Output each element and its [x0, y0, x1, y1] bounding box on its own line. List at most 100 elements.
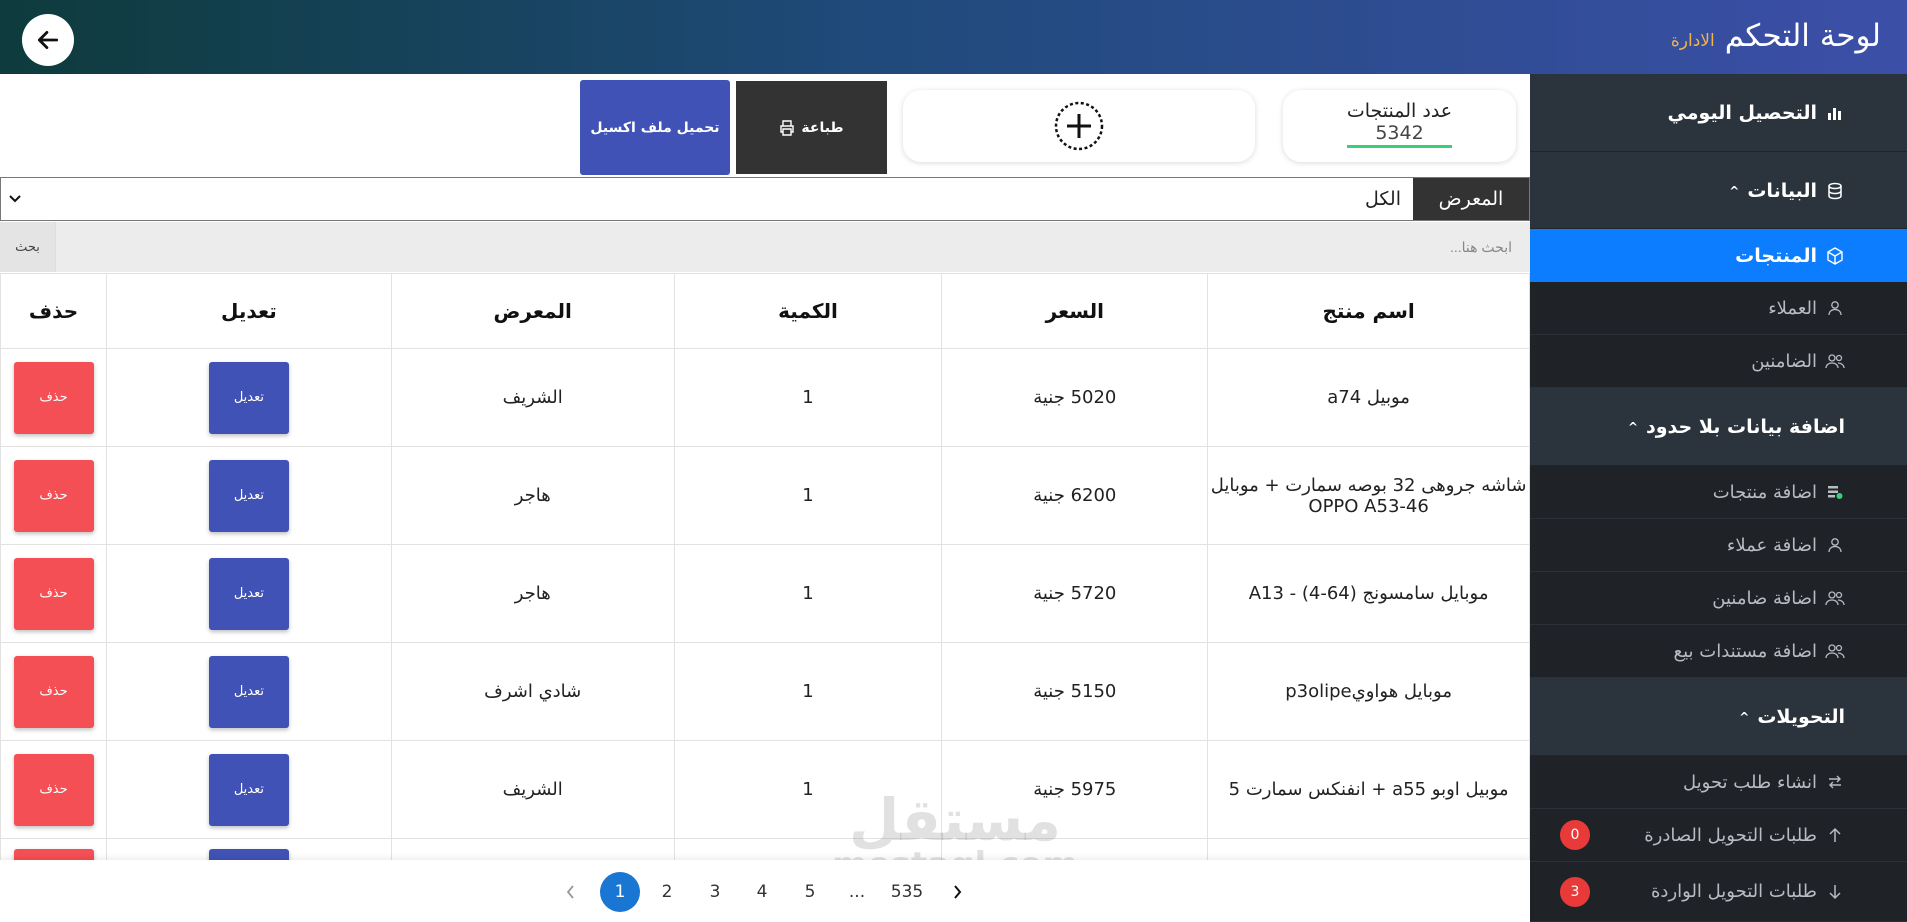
page-button[interactable]: 2: [647, 872, 687, 912]
sidebar-item-add-guarantors[interactable]: اضافة ضامنين: [1530, 572, 1907, 625]
showroom-selected-value: الكل: [1365, 188, 1401, 210]
incoming-count-badge: 3: [1560, 876, 1590, 907]
sidebar-label: المنتجات: [1735, 244, 1817, 267]
page-button[interactable]: 5: [790, 872, 830, 912]
sidebar-label: اضافة عملاء: [1726, 534, 1817, 556]
cell-price: 5150 جنية: [941, 642, 1209, 741]
edit-button[interactable]: تعديل: [208, 753, 289, 826]
users-icon: [1825, 588, 1845, 608]
header-showroom: المعرض: [390, 273, 675, 349]
sidebar-item-add-customers[interactable]: اضافة عملاء: [1530, 519, 1907, 572]
cell-showroom: هاجر: [390, 446, 675, 545]
sidebar-label: اضافة منتجات: [1712, 481, 1817, 503]
app-subtitle: الادارة: [1670, 31, 1715, 51]
chevron-up-icon: ^: [1729, 183, 1740, 198]
chevron-right-icon: [954, 885, 962, 899]
sidebar-item-create-transfer[interactable]: انشاء طلب تحويل: [1530, 756, 1907, 809]
sidebar-section-data[interactable]: البيانات ^: [1530, 153, 1907, 229]
cell-delete: حذف: [0, 642, 108, 741]
search-button[interactable]: بحث: [0, 222, 56, 272]
cell-delete: حذف: [0, 348, 108, 447]
delete-button[interactable]: حذف: [13, 459, 94, 532]
app-title: لوحة التحكم: [1724, 18, 1881, 54]
back-button[interactable]: [22, 14, 74, 66]
sidebar-item-outgoing-transfers[interactable]: طلبات التحويل الصادرة 0: [1530, 809, 1907, 862]
sidebar-item-guarantors[interactable]: الضامنين: [1530, 335, 1907, 388]
sidebar-item-customers[interactable]: العملاء: [1530, 282, 1907, 335]
sidebar-label: الضامنين: [1751, 350, 1817, 372]
download-excel-button[interactable]: تحميل ملف اكسيل: [580, 80, 730, 175]
cell-delete: حذف: [0, 446, 108, 545]
cell-name: موبيل a74: [1207, 348, 1530, 447]
sidebar-label: اضافة بيانات بلا حدود: [1646, 415, 1845, 438]
cell-edit: تعديل: [106, 446, 392, 545]
header-delete: حذف: [0, 273, 108, 349]
sidebar-section-transfers[interactable]: التحويلات ^: [1530, 678, 1907, 756]
sidebar: التحصيل اليومي البيانات ^ المنتجات العمل…: [1530, 74, 1907, 922]
sidebar-label: التحصيل اليومي: [1667, 101, 1817, 124]
cell-edit: تعديل: [106, 544, 392, 643]
sidebar-label: اضافة مستندات بيع: [1673, 640, 1817, 662]
delete-button[interactable]: [13, 849, 94, 860]
search-bar: بحث: [0, 222, 1530, 272]
chevron-up-icon: ^: [1627, 419, 1638, 434]
cell-qty: 1: [673, 348, 943, 447]
cell-name: موبايل سامسونج (64-4) - A13: [1207, 544, 1530, 643]
user-icon: [1825, 535, 1845, 555]
cell-delete: [0, 838, 108, 860]
users-icon: [1825, 641, 1845, 661]
delete-button[interactable]: حذف: [13, 557, 94, 630]
edit-button[interactable]: تعديل: [208, 557, 289, 630]
products-table-container: اسم منتج السعر الكمية المعرض تعديل حذف م…: [0, 273, 1530, 860]
edit-button[interactable]: [208, 849, 289, 860]
cell-showroom: الشريف: [390, 348, 675, 447]
print-button[interactable]: طباعة: [736, 81, 887, 174]
delete-button[interactable]: حذف: [13, 655, 94, 728]
sidebar-item-add-products[interactable]: اضافة منتجات: [1530, 466, 1907, 519]
showroom-filter-label: المعرض: [1413, 178, 1529, 220]
delete-button[interactable]: حذف: [13, 361, 94, 434]
header-edit: تعديل: [106, 273, 392, 349]
add-product-button[interactable]: [903, 90, 1255, 162]
page-button[interactable]: 4: [742, 872, 782, 912]
sidebar-label: التحويلات: [1757, 705, 1845, 728]
delete-button[interactable]: حذف: [13, 753, 94, 826]
sidebar-item-incoming-transfers[interactable]: طلبات التحويل الواردة 3: [1530, 862, 1907, 922]
search-input[interactable]: [56, 222, 1530, 272]
next-page-button[interactable]: [937, 872, 977, 912]
sidebar-item-products[interactable]: المنتجات: [1530, 229, 1907, 282]
plus-circle-icon: [1054, 101, 1104, 151]
chevron-down-icon: [9, 195, 21, 203]
print-label: طباعة: [801, 119, 844, 136]
edit-button[interactable]: تعديل: [208, 361, 289, 434]
page-button-last[interactable]: 535: [887, 872, 927, 912]
sidebar-item-daily-collection[interactable]: التحصيل اليومي: [1530, 74, 1907, 152]
sidebar-label: انشاء طلب تحويل: [1683, 771, 1817, 793]
users-icon: [1825, 351, 1845, 371]
products-count-label: عدد المنتجات: [1346, 100, 1453, 122]
list-add-icon: [1825, 482, 1845, 502]
showroom-select[interactable]: الكل: [1, 178, 1413, 220]
user-icon: [1825, 298, 1845, 318]
bar-chart-icon: [1825, 103, 1845, 123]
swap-icon: [1825, 772, 1845, 792]
prev-page-button[interactable]: [551, 872, 591, 912]
chevron-up-icon: ^: [1739, 709, 1750, 724]
sidebar-item-add-sale-docs[interactable]: اضافة مستندات بيع: [1530, 625, 1907, 678]
cell-showroom: هاجر: [390, 544, 675, 643]
edit-button[interactable]: تعديل: [208, 655, 289, 728]
cell-edit: تعديل: [106, 348, 392, 447]
table-row: موبيل a74 5020 جنية 1 الشريف تعديل حذف: [0, 348, 1530, 447]
page-button[interactable]: 1: [600, 872, 640, 912]
cell-qty: 1: [673, 544, 943, 643]
page-button[interactable]: 3: [695, 872, 735, 912]
cell-edit: [106, 838, 392, 860]
cell-showroom: الشريف: [390, 740, 675, 839]
table-row: موبايل سامسونج (64-4) - A13 5720 جنية 1 …: [0, 544, 1530, 643]
sidebar-section-add-data[interactable]: اضافة بيانات بلا حدود ^: [1530, 388, 1907, 466]
box-icon: [1825, 246, 1845, 266]
sidebar-label: العملاء: [1768, 297, 1817, 319]
sidebar-label: البيانات: [1747, 179, 1817, 202]
edit-button[interactable]: تعديل: [208, 459, 289, 532]
sidebar-label: اضافة ضامنين: [1712, 587, 1817, 609]
